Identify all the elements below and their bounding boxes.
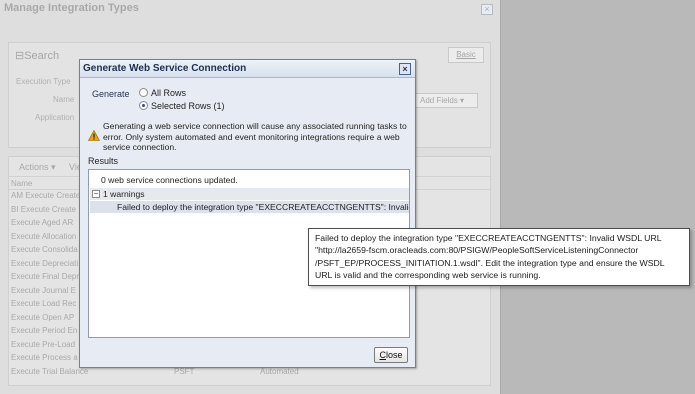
selected-rows-radio[interactable]: Selected Rows (1) — [139, 101, 225, 112]
results-label: Results — [88, 156, 119, 166]
actions-menu: Actions ▾ — [19, 162, 56, 172]
radio-selected-icon[interactable] — [139, 101, 148, 110]
failed-deploy-message: Failed to deploy the integration type "E… — [117, 202, 409, 212]
collapse-icon[interactable]: − — [92, 190, 100, 198]
result-summary: 0 web service connections updated. — [101, 175, 238, 185]
dialog-title: Generate Web Service Connection — [83, 63, 247, 74]
name-label: Name — [53, 95, 75, 104]
dialog-close-icon[interactable]: × — [399, 63, 411, 75]
warning-icon — [88, 130, 100, 141]
generate-options: Generate All Rows Selected Rows (1) — [92, 88, 392, 116]
window-title: Manage Integration Types — [4, 2, 139, 14]
warnings-label: 1 warnings — [103, 189, 145, 199]
error-tooltip: Failed to deploy the integration type "E… — [308, 228, 690, 286]
add-fields-button: Add Fields ▾ — [414, 93, 478, 108]
all-rows-label: All Rows — [151, 88, 187, 98]
execution-type-label: Execution Type — [16, 77, 71, 86]
generate-web-service-dialog: Generate Web Service Connection × Genera… — [79, 59, 416, 368]
warning-message: Generating a web service connection will… — [103, 121, 407, 152]
application-label: Application — [35, 113, 75, 122]
generate-label: Generate — [92, 89, 130, 99]
warnings-tree-node[interactable]: − 1 warnings — [90, 188, 409, 200]
window-close-icon: × — [481, 4, 493, 15]
close-button[interactable]: Close — [374, 347, 408, 363]
radio-unselected-icon[interactable] — [139, 88, 148, 97]
search-title: ⊟Search — [15, 50, 60, 62]
dialog-titlebar: Generate Web Service Connection × — [80, 60, 415, 78]
failed-deploy-row[interactable]: Failed to deploy the integration type "E… — [90, 201, 409, 213]
all-rows-radio[interactable]: All Rows — [139, 88, 186, 99]
basic-button: Basic — [448, 47, 484, 63]
selected-rows-label: Selected Rows (1) — [151, 101, 225, 111]
